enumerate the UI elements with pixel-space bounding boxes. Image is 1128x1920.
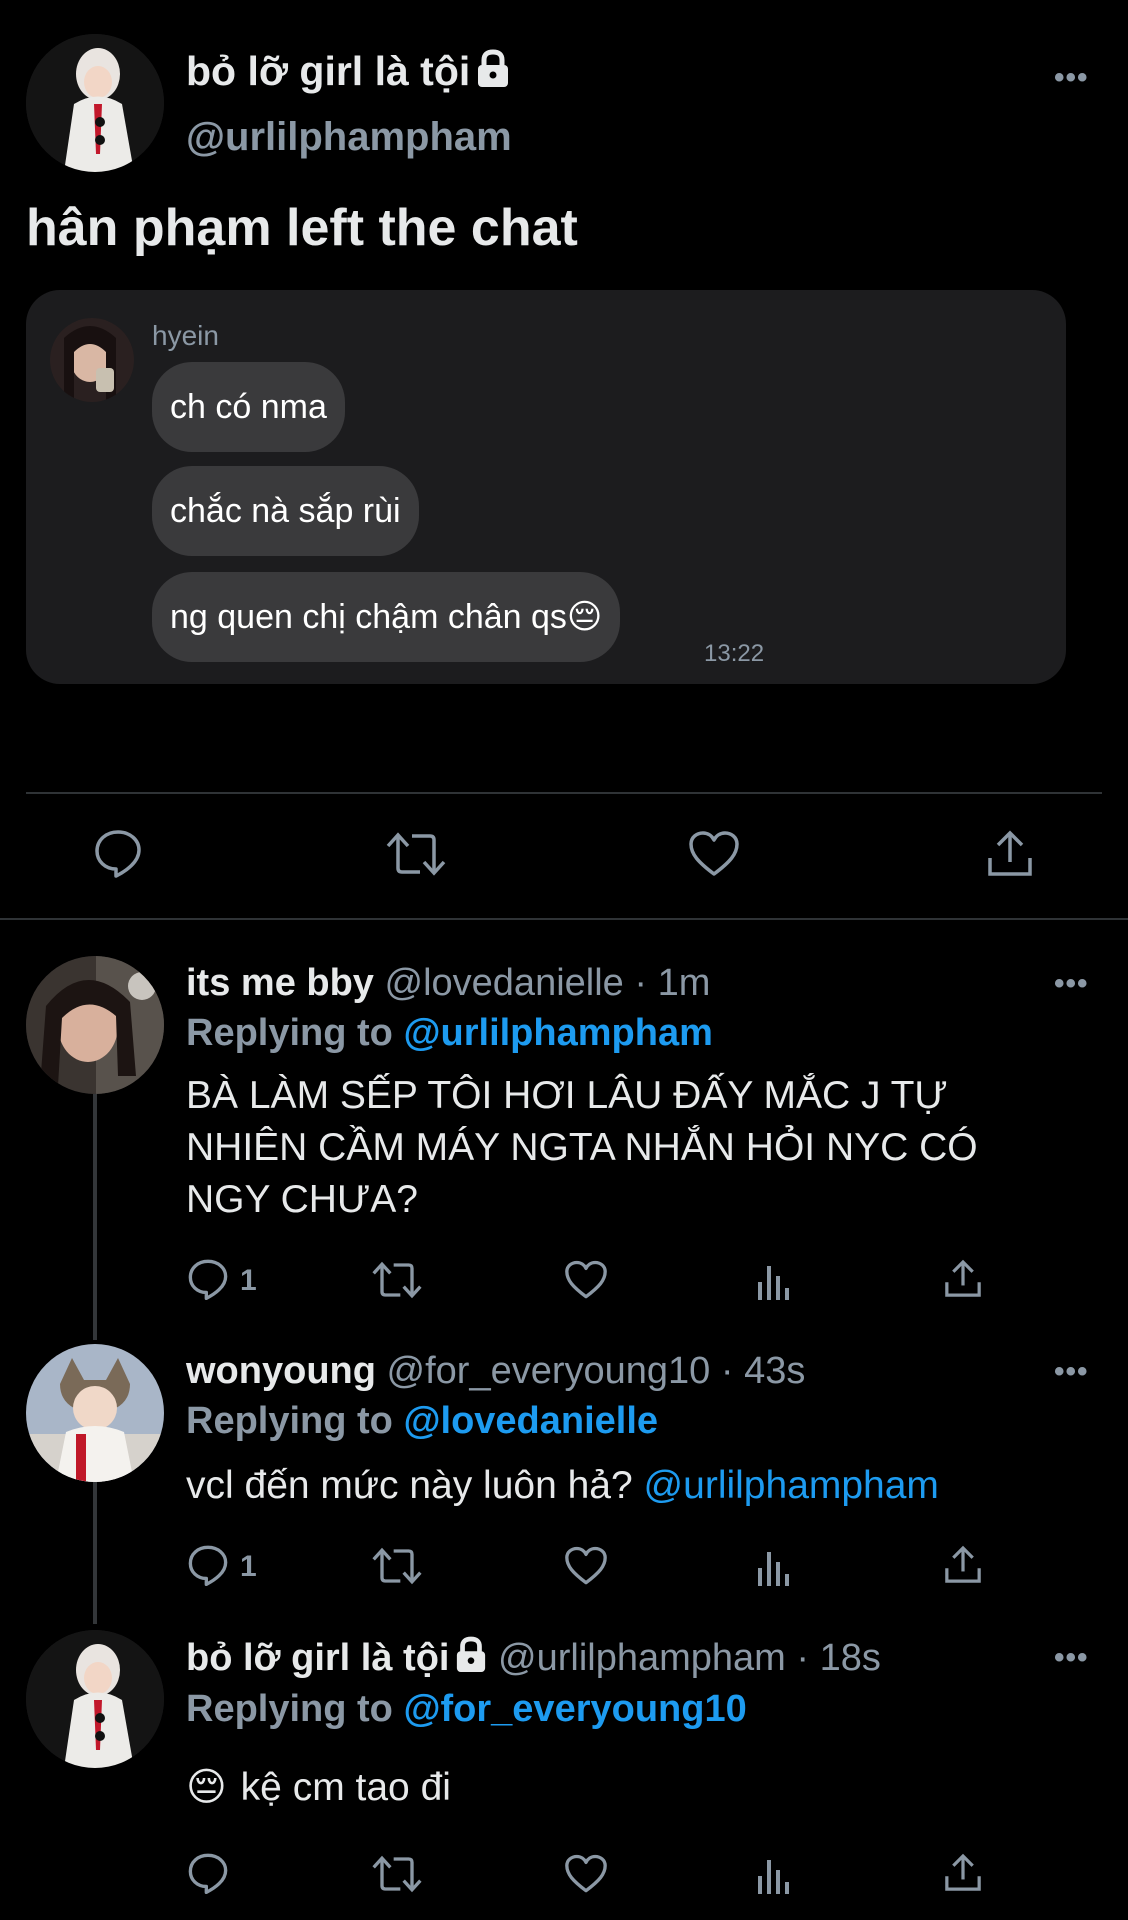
retweet-icon[interactable] (386, 830, 446, 878)
reply-text: kệ cm tao đi (240, 1766, 451, 1809)
divider (26, 792, 1102, 794)
reply-display-name[interactable]: its me bby (186, 962, 374, 1004)
views-icon[interactable] (756, 1854, 792, 1894)
chat-sender-avatar (50, 318, 134, 402)
thread-connector (93, 1480, 97, 1624)
replying-to-link[interactable]: @urlilphampham (403, 1012, 712, 1054)
reply-time[interactable]: · 18s (796, 1637, 880, 1679)
divider (0, 918, 1128, 920)
author-display-name[interactable]: bỏ lỡ girl là tội (186, 48, 510, 99)
reply-handle[interactable]: @lovedanielle (385, 962, 624, 1004)
heart-icon[interactable] (564, 1260, 608, 1300)
thread-connector (93, 1094, 97, 1340)
reply-display-name[interactable]: bỏ lỡ girl là tội (186, 1637, 449, 1679)
share-icon[interactable] (942, 1544, 984, 1586)
chat-message: chắc nà sắp rùi (152, 466, 419, 556)
more-icon[interactable]: ••• (1054, 1357, 1089, 1387)
replying-to-label: Replying to (186, 1012, 393, 1054)
views-icon[interactable] (756, 1260, 792, 1300)
reply-avatar[interactable] (26, 956, 164, 1094)
share-icon[interactable] (942, 1258, 984, 1300)
views-icon[interactable] (756, 1546, 792, 1586)
replying-to-label: Replying to (186, 1688, 393, 1730)
reply-text-line: vcl đến mức này luôn hả? @urlilphampham (186, 1460, 939, 1512)
replying-to-label: Replying to (186, 1400, 393, 1442)
reply-text-line: 😔 kệ cm tao đi (186, 1762, 451, 1814)
reply-text: vcl đến mức này luôn hả? (186, 1464, 633, 1507)
more-icon[interactable]: ••• (1054, 1643, 1089, 1673)
author-avatar[interactable] (26, 34, 164, 172)
reply-header: wonyoung @for_everyoung10 · 43s (186, 1350, 805, 1393)
share-icon[interactable] (984, 828, 1036, 880)
share-icon[interactable] (942, 1852, 984, 1894)
heart-icon[interactable] (564, 1854, 608, 1894)
replying-to-link[interactable]: @lovedanielle (403, 1400, 658, 1442)
retweet-icon[interactable] (372, 1260, 422, 1300)
replying-to-line: Replying to @for_everyoung10 (186, 1688, 747, 1731)
reply-count: 1 (240, 1264, 257, 1297)
reply-count: 1 (240, 1550, 257, 1583)
reply-header: its me bby @lovedanielle · 1m (186, 962, 710, 1005)
reply-avatar[interactable] (26, 1344, 164, 1482)
reply-icon[interactable] (92, 828, 144, 878)
display-name-text: bỏ lỡ girl là tội (186, 48, 471, 94)
chat-timestamp: 13:22 (704, 640, 765, 667)
reply-avatar[interactable] (26, 1630, 164, 1768)
replying-to-link[interactable]: @for_everyoung10 (403, 1688, 746, 1730)
reply-icon[interactable] (186, 1258, 230, 1300)
reply-icon[interactable] (186, 1544, 230, 1586)
retweet-icon[interactable] (372, 1854, 422, 1894)
reply-icon[interactable] (186, 1852, 230, 1894)
tweet-text: hân phạm left the chat (26, 199, 578, 257)
reply-text: BÀ LÀM SẾP TÔI HƠI LÂU ĐẤY MẮC J TỰ NHIÊ… (186, 1074, 978, 1221)
replying-to-line: Replying to @lovedanielle (186, 1400, 658, 1443)
chat-sender-name: hyein (152, 320, 219, 351)
pensive-emoji: 😔 (186, 1766, 227, 1809)
replying-to-line: Replying to @urlilphampham (186, 1012, 713, 1055)
chat-message: ch có nma (152, 362, 345, 452)
chat-message: ng quen chị chậm chân qs😔 (152, 572, 621, 662)
retweet-icon[interactable] (372, 1546, 422, 1586)
heart-icon[interactable] (688, 830, 740, 878)
lock-icon (476, 49, 510, 99)
reply-time[interactable]: · 43s (721, 1350, 805, 1392)
more-icon[interactable]: ••• (1054, 63, 1089, 93)
reply-header: bỏ lỡ girl là tội @urlilphampham · 18s (186, 1636, 881, 1684)
author-handle[interactable]: @urlilphampham (186, 115, 512, 160)
heart-icon[interactable] (564, 1546, 608, 1586)
lock-icon (455, 1636, 487, 1684)
mention-link[interactable]: @urlilphampham (644, 1464, 939, 1507)
reply-handle[interactable]: @urlilphampham (498, 1637, 786, 1679)
more-icon[interactable]: ••• (1054, 969, 1089, 999)
reply-display-name[interactable]: wonyoung (186, 1350, 376, 1392)
reply-handle[interactable]: @for_everyoung10 (387, 1350, 711, 1392)
reply-time[interactable]: · 1m (634, 962, 710, 1004)
